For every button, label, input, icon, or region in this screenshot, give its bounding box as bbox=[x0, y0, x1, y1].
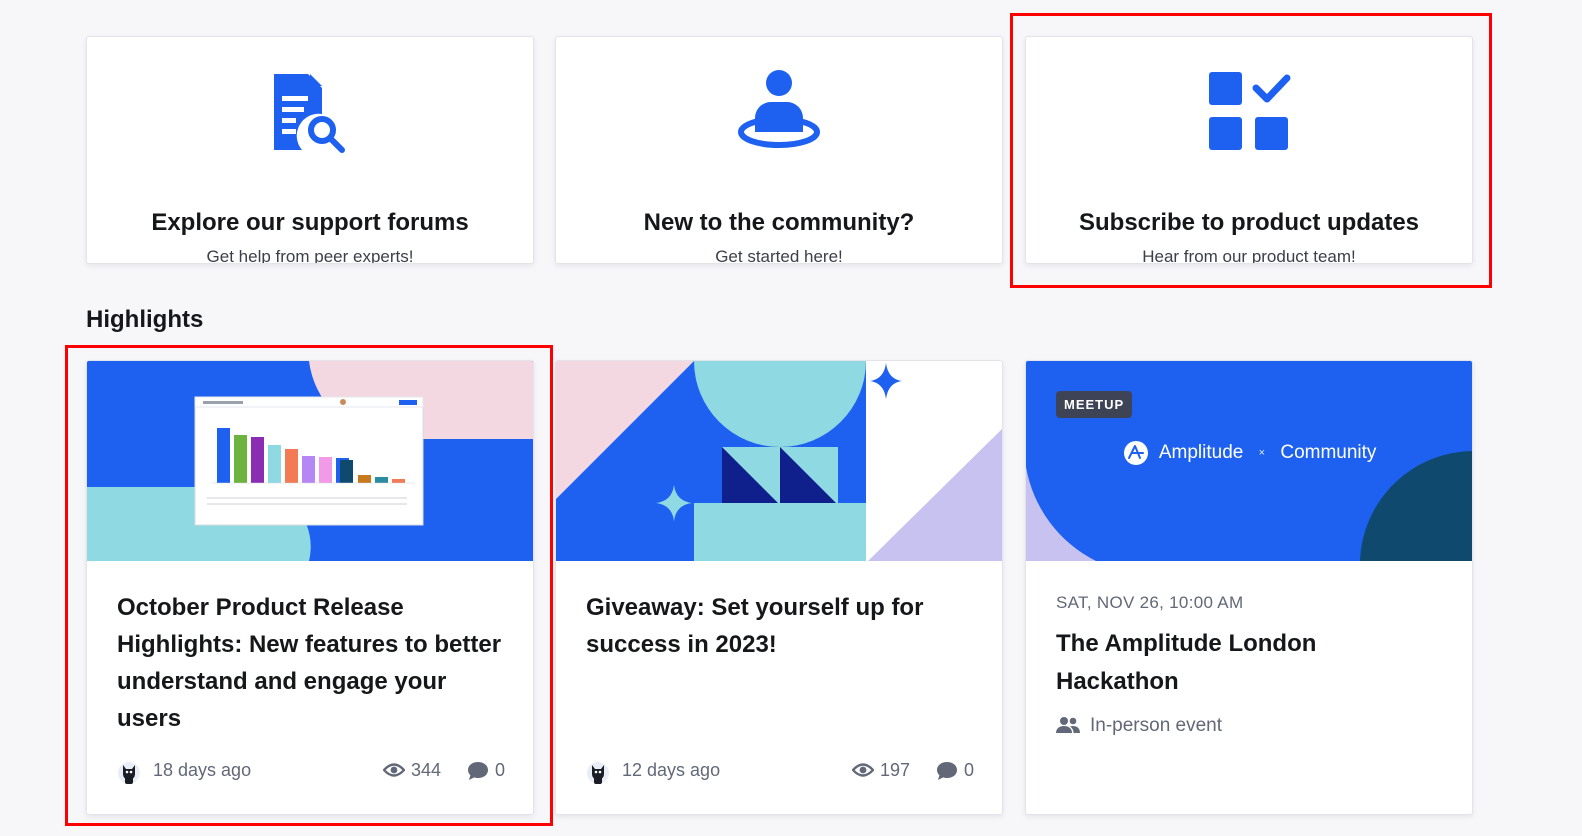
post-time: 12 days ago bbox=[622, 760, 721, 780]
post-meta: 12 days ago 197 0 bbox=[586, 759, 974, 785]
event-type: In-person event bbox=[1056, 715, 1222, 737]
comment-icon bbox=[936, 762, 957, 780]
amplitude-community-logo: Amplitude × Community bbox=[1026, 441, 1472, 465]
amplitude-logo-icon bbox=[1123, 441, 1148, 465]
giveaway-card[interactable]: Giveaway: Set yourself up for success in… bbox=[555, 360, 1003, 815]
post-title[interactable]: October Product Release Highlights: New … bbox=[117, 589, 507, 737]
author-avatar[interactable] bbox=[586, 759, 610, 785]
author-avatar[interactable] bbox=[117, 759, 141, 785]
support-forums-card[interactable]: Explore our support forums Get help from… bbox=[86, 36, 534, 264]
release-banner-image bbox=[87, 361, 533, 561]
post-time: 18 days ago bbox=[153, 760, 252, 780]
new-to-community-card[interactable]: New to the community? Get started here! bbox=[555, 36, 1003, 264]
product-updates-card[interactable]: Subscribe to product updates Hear from o… bbox=[1025, 36, 1473, 264]
document-search-icon bbox=[274, 74, 345, 153]
card-subtitle: Get started here! bbox=[715, 247, 843, 264]
card-title: New to the community? bbox=[643, 209, 915, 236]
card-title: Subscribe to product updates bbox=[1078, 209, 1420, 236]
comment-count: 0 bbox=[467, 760, 505, 781]
checklist-grid-icon bbox=[1209, 72, 1291, 150]
highlights-heading: Highlights bbox=[86, 306, 204, 333]
eye-icon bbox=[851, 763, 874, 777]
event-date: SAT, NOV 26, 10:00 AM bbox=[1056, 593, 1244, 612]
card-title: Explore our support forums bbox=[151, 209, 469, 236]
post-title[interactable]: Giveaway: Set yourself up for success in… bbox=[586, 589, 976, 663]
comment-icon bbox=[467, 762, 488, 780]
comment-count: 0 bbox=[936, 760, 974, 781]
people-icon bbox=[1056, 717, 1080, 733]
release-highlights-card[interactable]: October Product Release Highlights: New … bbox=[86, 360, 534, 815]
london-hackathon-event-card[interactable]: MEETUP Amplitude × Community SAT, NOV 26… bbox=[1025, 360, 1473, 815]
event-title[interactable]: The Amplitude London Hackathon bbox=[1056, 625, 1442, 701]
meetup-badge: MEETUP bbox=[1056, 391, 1133, 418]
event-banner: MEETUP Amplitude × Community bbox=[1026, 361, 1472, 561]
giveaway-banner-image bbox=[556, 361, 1002, 561]
view-count: 344 bbox=[382, 760, 441, 781]
card-subtitle: Hear from our product team! bbox=[1142, 247, 1356, 264]
eye-icon bbox=[382, 763, 405, 777]
person-platform-icon bbox=[738, 70, 820, 148]
view-count: 197 bbox=[851, 760, 910, 781]
post-meta: 18 days ago 344 0 bbox=[117, 759, 505, 785]
card-subtitle: Get help from peer experts! bbox=[206, 247, 414, 264]
